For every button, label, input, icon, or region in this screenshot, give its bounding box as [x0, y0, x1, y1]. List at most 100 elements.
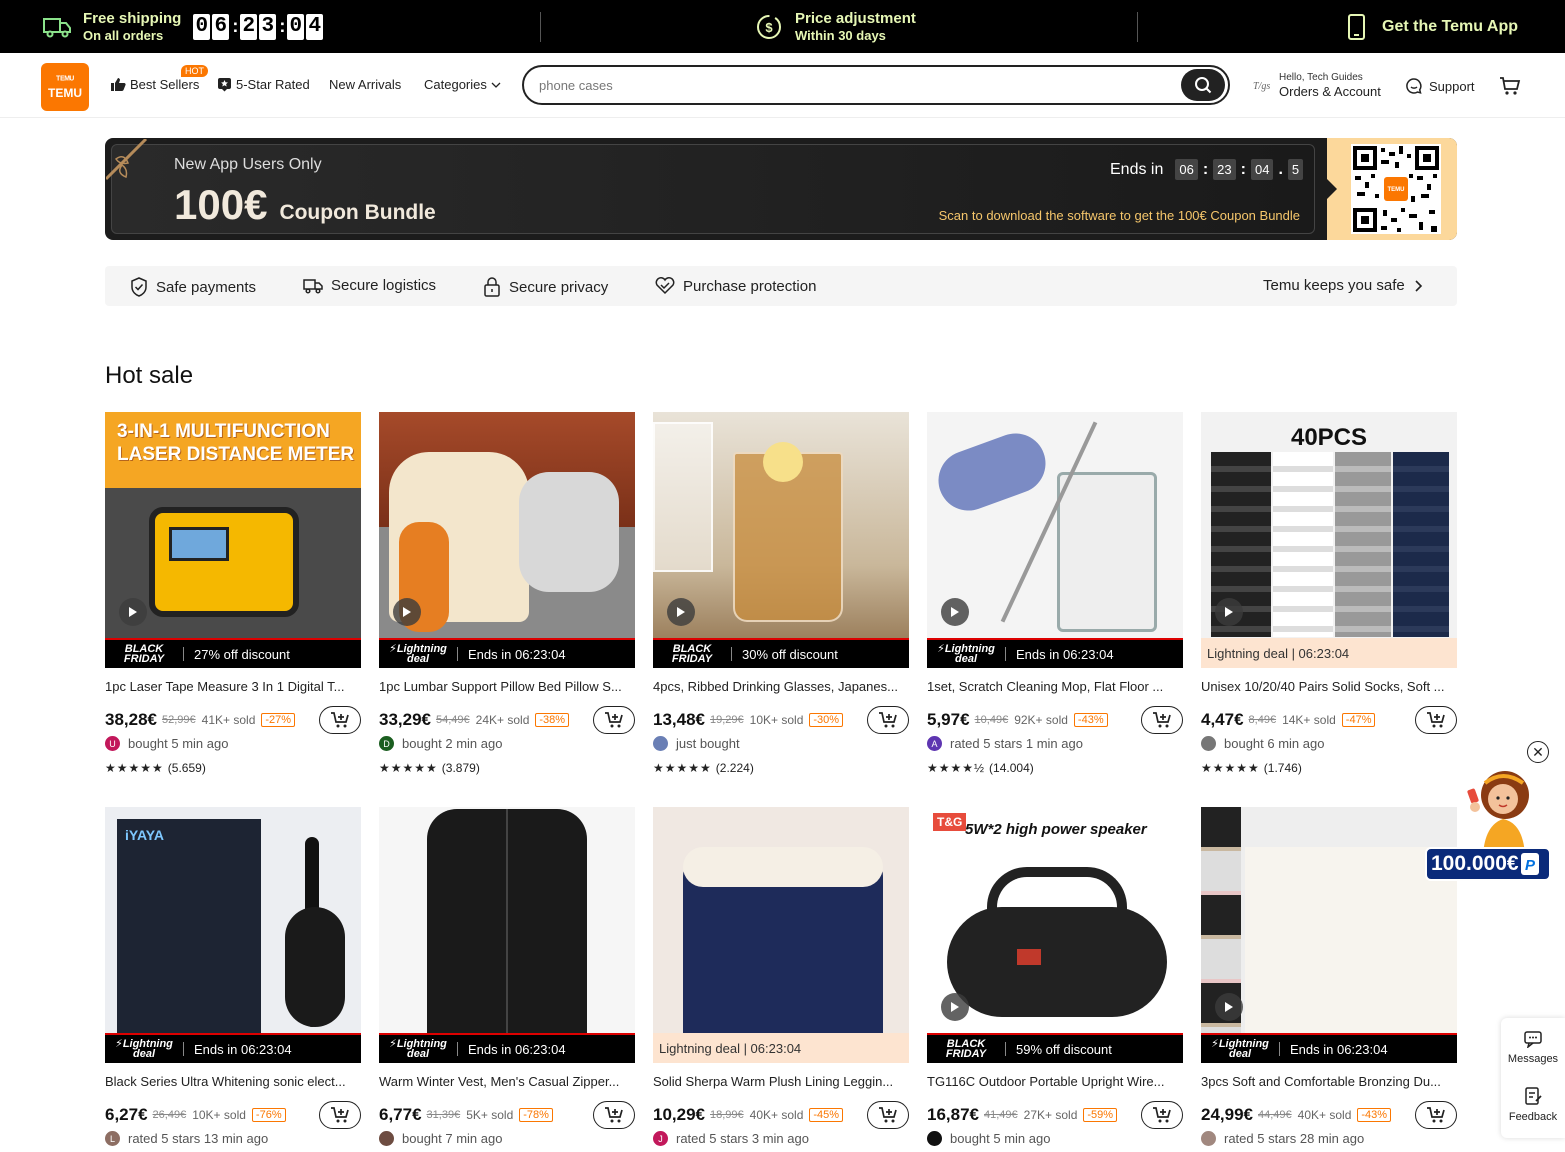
- new-user-coupon-banner[interactable]: New App Users Only 100€ Coupon Bundle En…: [105, 138, 1457, 240]
- discount-badge: -45%: [809, 1108, 844, 1122]
- get-app-segment[interactable]: Get the Temu App: [1346, 0, 1518, 53]
- product-image[interactable]: 40PCS Lightning deal | 06:23:04: [1201, 412, 1457, 668]
- countdown-digit: 4: [306, 13, 324, 40]
- product-title[interactable]: Solid Sherpa Warm Plush Lining Leggin...: [653, 1074, 909, 1089]
- add-to-cart-button[interactable]: [593, 1101, 635, 1129]
- product-image[interactable]: Lightning deal | 06:23:04: [653, 807, 909, 1063]
- play-icon: [1225, 1002, 1233, 1012]
- messages-button[interactable]: Messages: [1501, 1030, 1565, 1065]
- truck-icon: [43, 17, 71, 37]
- add-cart-icon: [605, 1107, 623, 1123]
- product-title[interactable]: 4pcs, Ribbed Drinking Glasses, Japanes..…: [653, 679, 909, 694]
- product-card[interactable]: ⚡Lightning deal Ends in 06:23:04 1set, Scra…: [927, 412, 1183, 792]
- play-video-button[interactable]: [941, 598, 969, 626]
- price-adjustment-segment[interactable]: $ Price adjustment Within 30 days: [755, 0, 916, 53]
- product-card[interactable]: iYAYA ⚡Lightning deal Ends in 06:23:04 Black…: [105, 807, 361, 1152]
- search-input[interactable]: phone cases: [539, 78, 613, 93]
- discount-badge: -30%: [809, 713, 844, 727]
- account-menu[interactable]: T/gs Hello, Tech Guides Orders & Account: [1253, 71, 1381, 99]
- original-price: 44,49€: [1258, 1109, 1292, 1121]
- product-image[interactable]: ⚡Lightning deal Ends in 06:23:04: [379, 412, 635, 668]
- product-image[interactable]: ⚡Lightning deal Ends in 06:23:04: [379, 807, 635, 1063]
- price-row: 6,77€ 31,39€ 5K+ sold -78%: [379, 1101, 635, 1129]
- product-title[interactable]: Black Series Ultra Whitening sonic elect…: [105, 1074, 361, 1089]
- deal-text: Ends in 06:23:04: [1290, 1041, 1388, 1057]
- product-title[interactable]: 1pc Lumbar Support Pillow Bed Pillow S..…: [379, 679, 635, 694]
- play-icon: [403, 607, 411, 617]
- temu-keeps-safe-link[interactable]: Temu keeps you safe: [1263, 277, 1423, 294]
- add-to-cart-button[interactable]: [1141, 1101, 1183, 1129]
- product-price: 4,47€: [1201, 710, 1244, 729]
- add-to-cart-button[interactable]: [593, 706, 635, 734]
- search-icon: [1195, 77, 1212, 94]
- close-float-button[interactable]: ✕: [1527, 741, 1549, 763]
- product-price: 10,29€: [653, 1105, 705, 1124]
- product-card[interactable]: ⚡Lightning deal Ends in 06:23:04 Warm Winte…: [379, 807, 635, 1152]
- product-image[interactable]: ⚡Lightning deal Ends in 06:23:04: [927, 412, 1183, 668]
- play-video-button[interactable]: [393, 598, 421, 626]
- play-video-button[interactable]: [941, 993, 969, 1021]
- product-card[interactable]: T&G 5W*2 high power speaker BLACK FRIDAY 59%…: [927, 807, 1183, 1152]
- feedback-button[interactable]: Feedback: [1501, 1086, 1565, 1123]
- product-title[interactable]: TG116C Outdoor Portable Upright Wire...: [927, 1074, 1183, 1089]
- product-rating: ★★★★★ (2.224): [653, 761, 754, 775]
- add-to-cart-button[interactable]: [319, 706, 361, 734]
- nav-five-star-rated[interactable]: 5-Star Rated: [217, 77, 310, 92]
- lightning-deal-strip: ⚡Lightning deal Ends in 06:23:04: [927, 638, 1183, 668]
- product-card[interactable]: 40PCS Lightning deal | 06:23:04 Unisex 10/…: [1201, 412, 1457, 792]
- banner-subtitle: New App Users Only: [174, 156, 322, 173]
- purchase-protection[interactable]: Purchase protection: [655, 277, 816, 295]
- countdown-digit: 2: [240, 13, 258, 40]
- product-image[interactable]: T&G 5W*2 high power speaker BLACK FRIDAY 59%…: [927, 807, 1183, 1063]
- add-to-cart-button[interactable]: [319, 1101, 361, 1129]
- play-video-button[interactable]: [1215, 993, 1243, 1021]
- buyer-avatar: [1201, 1131, 1216, 1146]
- secure-privacy[interactable]: Secure privacy: [483, 277, 608, 297]
- discount-badge: -43%: [1357, 1108, 1392, 1122]
- add-to-cart-button[interactable]: [1141, 706, 1183, 734]
- play-video-button[interactable]: [1215, 598, 1243, 626]
- add-to-cart-button[interactable]: [1415, 1101, 1457, 1129]
- free-shipping-segment[interactable]: Free shipping On all orders 0 6 : 2 3 : …: [42, 0, 325, 53]
- truck-icon: [303, 278, 323, 294]
- search-bar[interactable]: phone cases: [522, 65, 1230, 105]
- image-brand: T&G: [933, 813, 967, 831]
- add-to-cart-button[interactable]: [867, 706, 909, 734]
- nav-new-arrivals[interactable]: New Arrivals: [329, 77, 401, 92]
- support-link[interactable]: Support: [1405, 77, 1475, 95]
- paypal-icon: P: [1520, 853, 1539, 875]
- cart-button[interactable]: [1499, 76, 1521, 101]
- shield-check-icon: [131, 277, 147, 297]
- product-card[interactable]: ⚡Lightning deal Ends in 06:23:04 3pcs Soft …: [1201, 807, 1457, 1152]
- product-title[interactable]: 1pc Laser Tape Measure 3 In 1 Digital T.…: [105, 679, 361, 694]
- product-title[interactable]: 1set, Scratch Cleaning Mop, Flat Floor .…: [927, 679, 1183, 694]
- product-image[interactable]: ⚡Lightning deal Ends in 06:23:04: [1201, 807, 1457, 1063]
- cartoon-girl-illustration: [1467, 771, 1529, 855]
- floating-reward-promo[interactable]: 100.000€ P: [1425, 765, 1551, 881]
- product-image[interactable]: 3-IN-1 MULTIFUNCTION LASER DISTANCE METER…: [105, 412, 361, 668]
- bf-line2: FRIDAY: [671, 653, 713, 665]
- temu-logo[interactable]: ᵀᴱᴹᵁ TEMU: [41, 63, 89, 111]
- add-to-cart-button[interactable]: [867, 1101, 909, 1129]
- product-card[interactable]: 3-IN-1 MULTIFUNCTION LASER DISTANCE METER…: [105, 412, 361, 792]
- product-card[interactable]: ⚡Lightning deal Ends in 06:23:04 1pc Lumbar…: [379, 412, 635, 792]
- add-to-cart-button[interactable]: [1415, 706, 1457, 734]
- product-card[interactable]: BLACK FRIDAY 30% off discount 4pcs, Ribbed …: [653, 412, 909, 792]
- secure-logistics[interactable]: Secure logistics: [303, 277, 436, 294]
- feedback-label: Feedback: [1508, 1111, 1558, 1123]
- product-card[interactable]: Lightning deal | 06:23:04 Solid Sherpa Wa…: [653, 807, 909, 1152]
- play-video-button[interactable]: [119, 598, 147, 626]
- play-video-button[interactable]: [667, 598, 695, 626]
- product-title[interactable]: 3pcs Soft and Comfortable Bronzing Du...: [1201, 1074, 1457, 1089]
- product-title[interactable]: Unisex 10/20/40 Pairs Solid Socks, Soft …: [1201, 679, 1457, 694]
- product-image[interactable]: BLACK FRIDAY 30% off discount: [653, 412, 909, 668]
- account-label: Orders & Account: [1279, 84, 1381, 99]
- product-title[interactable]: Warm Winter Vest, Men's Casual Zipper...: [379, 1074, 635, 1089]
- review-count: (1.746): [1263, 761, 1302, 775]
- recent-buyer: Jrated 5 stars 3 min ago: [653, 1131, 809, 1146]
- search-button[interactable]: [1181, 69, 1225, 101]
- product-image[interactable]: iYAYA ⚡Lightning deal Ends in 06:23:04: [105, 807, 361, 1063]
- safe-payments[interactable]: Safe payments: [130, 277, 256, 297]
- nav-categories[interactable]: Categories: [424, 77, 501, 92]
- nav-best-sellers[interactable]: Best Sellers: [110, 77, 199, 92]
